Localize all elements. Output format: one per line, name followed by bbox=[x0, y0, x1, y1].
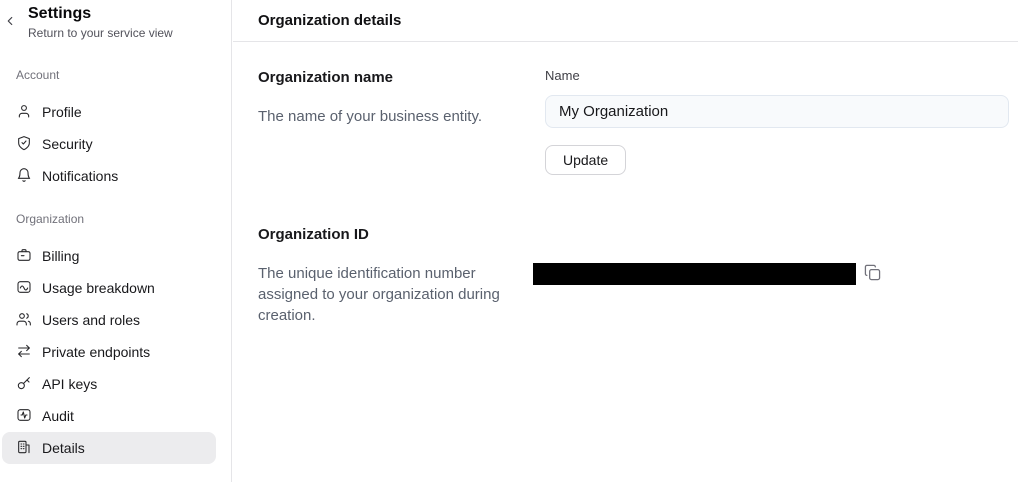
sidebar-item-details[interactable]: Details bbox=[2, 432, 216, 464]
user-icon bbox=[16, 103, 32, 122]
update-button[interactable]: Update bbox=[545, 145, 626, 175]
sidebar-item-audit[interactable]: Audit bbox=[2, 400, 216, 432]
organization-name-section: Organization name The name of your busin… bbox=[258, 67, 1018, 175]
sidebar-item-usage-breakdown[interactable]: Usage breakdown bbox=[2, 272, 216, 304]
users-icon bbox=[16, 311, 32, 330]
main-header: Organization details bbox=[233, 0, 1018, 42]
sidebar-item-label: Private endpoints bbox=[42, 344, 150, 360]
organization-name-form: Name Update bbox=[545, 67, 1018, 175]
sidebar-item-users-and-roles[interactable]: Users and roles bbox=[2, 304, 216, 336]
section-label-account: Account bbox=[16, 68, 231, 82]
shield-check-icon bbox=[16, 135, 32, 154]
sidebar-item-label: Audit bbox=[42, 408, 74, 424]
account-nav: Profile Security Notifications bbox=[0, 96, 231, 192]
activity-square-icon bbox=[16, 407, 32, 426]
sidebar-item-api-keys[interactable]: API keys bbox=[2, 368, 216, 400]
main-panel: Organization details Organization name T… bbox=[233, 0, 1018, 482]
settings-sidebar: Settings Return to your service view Acc… bbox=[0, 0, 232, 482]
organization-name-description: The name of your business entity. bbox=[258, 106, 520, 127]
sidebar-item-label: Details bbox=[42, 440, 85, 456]
copy-button[interactable] bbox=[863, 265, 881, 283]
main-content: Organization name The name of your busin… bbox=[233, 67, 1018, 326]
bell-icon bbox=[16, 167, 32, 186]
sidebar-item-label: Users and roles bbox=[42, 312, 140, 328]
key-icon bbox=[16, 375, 32, 394]
name-field-label: Name bbox=[545, 68, 580, 83]
sidebar-item-label: Billing bbox=[42, 248, 79, 264]
sidebar-subtitle: Return to your service view bbox=[28, 26, 231, 41]
briefcase-icon bbox=[16, 247, 32, 266]
organization-name-info: Organization name The name of your busin… bbox=[258, 67, 520, 175]
sidebar-item-security[interactable]: Security bbox=[2, 128, 216, 160]
sidebar-header: Settings Return to your service view bbox=[0, 0, 231, 41]
back-button[interactable] bbox=[1, 13, 19, 31]
sidebar-item-label: Profile bbox=[42, 104, 82, 120]
organization-id-redacted-value bbox=[533, 263, 856, 285]
organization-name-heading: Organization name bbox=[258, 69, 520, 87]
sidebar-item-label: Security bbox=[42, 136, 93, 152]
chevron-left-icon bbox=[3, 14, 17, 31]
chart-wave-icon bbox=[16, 279, 32, 298]
arrows-swap-icon bbox=[16, 343, 32, 362]
organization-id-value-area bbox=[545, 224, 1018, 326]
building-icon bbox=[16, 439, 32, 458]
copy-icon bbox=[864, 264, 881, 284]
organization-nav: Billing Usage breakdown Users and roles … bbox=[0, 240, 231, 464]
sidebar-item-profile[interactable]: Profile bbox=[2, 96, 216, 128]
organization-id-row bbox=[533, 263, 1018, 285]
sidebar-title: Settings bbox=[28, 4, 231, 24]
organization-name-input[interactable] bbox=[545, 95, 1009, 128]
sidebar-item-label: Usage breakdown bbox=[42, 280, 155, 296]
organization-id-section: Organization ID The unique identificatio… bbox=[258, 224, 1018, 326]
page-title: Organization details bbox=[258, 12, 401, 29]
sidebar-item-label: API keys bbox=[42, 376, 97, 392]
sidebar-item-private-endpoints[interactable]: Private endpoints bbox=[2, 336, 216, 368]
organization-id-info: Organization ID The unique identificatio… bbox=[258, 224, 520, 326]
organization-id-heading: Organization ID bbox=[258, 226, 520, 244]
sidebar-item-billing[interactable]: Billing bbox=[2, 240, 216, 272]
sidebar-item-label: Notifications bbox=[42, 168, 118, 184]
section-label-organization: Organization bbox=[16, 212, 231, 226]
organization-id-description: The unique identification number assigne… bbox=[258, 263, 520, 326]
sidebar-item-notifications[interactable]: Notifications bbox=[2, 160, 216, 192]
